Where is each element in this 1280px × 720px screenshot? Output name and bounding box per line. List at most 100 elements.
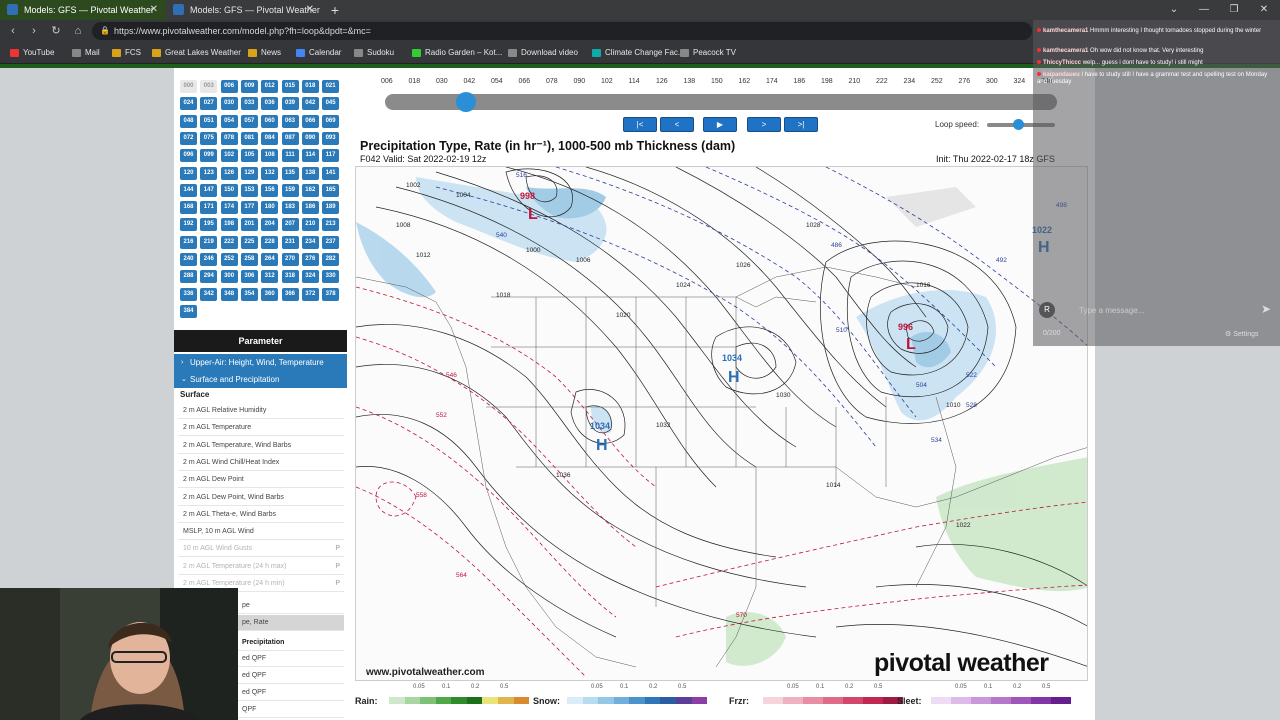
forecast-hour-button[interactable]: 216 (180, 235, 197, 249)
parameter-item[interactable]: 10 m AGL Wind Gusts P (178, 541, 344, 558)
forecast-hour-tick[interactable]: 174 (766, 78, 778, 85)
bookmark-item[interactable]: Radio Garden – Kot... (412, 46, 502, 60)
forecast-hour-button[interactable]: 180 (261, 201, 279, 215)
forecast-hour-button[interactable]: 006 (220, 80, 238, 93)
forecast-hour-button[interactable]: 159 (281, 183, 299, 197)
forecast-hour-button[interactable]: 360 (261, 287, 279, 301)
next-frame-button[interactable]: > (747, 117, 781, 132)
forecast-hour-slider[interactable] (385, 94, 1057, 110)
forecast-hour-tick[interactable]: 300 (986, 78, 998, 85)
close-tab-icon[interactable]: ✕ (306, 0, 314, 20)
bookmark-item[interactable]: Peacock TV (680, 46, 736, 60)
forecast-hour-button[interactable]: 378 (322, 287, 340, 301)
forecast-hour-button[interactable]: 021 (322, 80, 340, 93)
parameter-item[interactable]: 2 m AGL Theta-e, Wind Barbs (178, 507, 344, 523)
forecast-hour-button[interactable]: 111 (281, 149, 299, 163)
forecast-hour-button[interactable]: 120 (180, 166, 197, 180)
category-upper-air[interactable]: › Upper-Air: Height, Wind, Temperature (174, 354, 347, 371)
chat-username[interactable]: ThiccyThiccc (1043, 60, 1081, 66)
forecast-hour-tick[interactable]: 222 (876, 78, 888, 85)
bookmark-item[interactable]: Great Lakes Weather (152, 46, 241, 60)
forecast-hour-button[interactable]: 204 (261, 218, 279, 232)
forecast-hour-tick[interactable]: 234 (904, 78, 916, 85)
forecast-hour-button[interactable]: 306 (240, 270, 258, 284)
forecast-hour-button[interactable]: 237 (322, 235, 340, 249)
forecast-hour-button[interactable]: 069 (322, 114, 340, 128)
forecast-hour-button[interactable]: 348 (220, 287, 238, 301)
home-icon[interactable]: ⌂ (69, 22, 87, 40)
forecast-hour-tick[interactable]: 054 (491, 78, 503, 85)
forecast-hour-button[interactable]: 186 (301, 201, 319, 215)
forecast-hour-button[interactable]: 132 (261, 166, 279, 180)
forecast-hour-button[interactable]: 177 (240, 201, 258, 215)
bookmark-item[interactable]: Download video (508, 46, 578, 60)
forecast-hour-button[interactable]: 093 (322, 131, 340, 145)
forecast-hour-tick[interactable]: 210 (849, 78, 861, 85)
forecast-hour-button[interactable]: 282 (322, 253, 340, 266)
play-button[interactable]: ▶ (703, 117, 737, 132)
forecast-hour-button[interactable]: 225 (240, 235, 258, 249)
forecast-hour-button[interactable]: 318 (281, 270, 299, 284)
forecast-hour-button[interactable]: 324 (301, 270, 319, 284)
maximize-button[interactable]: ❐ (1220, 0, 1248, 20)
forecast-hour-button[interactable]: 156 (261, 183, 279, 197)
bookmark-item[interactable]: Sudoku (354, 46, 394, 60)
forecast-hour-button[interactable]: 150 (220, 183, 238, 197)
chat-input[interactable]: Type a message... (1079, 302, 1259, 320)
forecast-hour-button[interactable]: 078 (220, 131, 238, 145)
forecast-hour-button[interactable]: 294 (200, 270, 218, 284)
chat-settings-button[interactable]: ⚙ Settings (1225, 330, 1259, 338)
forecast-hour-button[interactable]: 135 (281, 166, 299, 180)
forecast-hour-button[interactable]: 162 (301, 183, 319, 197)
forecast-hour-button[interactable]: 276 (301, 253, 319, 266)
forecast-hour-button[interactable]: 036 (261, 97, 279, 111)
slider-thumb[interactable] (455, 92, 476, 112)
forecast-hour-button[interactable]: 090 (301, 131, 319, 145)
forecast-hour-button[interactable]: 042 (301, 97, 319, 111)
forecast-hour-button[interactable]: 153 (240, 183, 258, 197)
chevron-down-icon[interactable]: ⌄ (1160, 0, 1188, 20)
forecast-hour-tick[interactable]: 006 (381, 78, 393, 85)
forecast-hour-tick[interactable]: 138 (684, 78, 696, 85)
forecast-hour-button[interactable]: 129 (240, 166, 258, 180)
first-frame-button[interactable]: |< (623, 117, 657, 132)
bookmark-item[interactable]: FCS (112, 46, 141, 60)
forecast-hour-button[interactable]: 003 (200, 80, 218, 93)
forecast-hour-button[interactable]: 117 (322, 149, 340, 163)
forecast-hour-button[interactable]: 123 (200, 166, 218, 180)
forecast-hour-button[interactable]: 228 (261, 235, 279, 249)
forecast-hour-button[interactable]: 096 (180, 149, 197, 163)
forecast-hour-button[interactable]: 330 (322, 270, 340, 284)
forecast-hour-button[interactable]: 342 (200, 287, 218, 301)
forecast-hour-tick[interactable]: 102 (601, 78, 613, 85)
forecast-hour-button[interactable]: 300 (220, 270, 238, 284)
forward-icon[interactable]: › (25, 22, 43, 40)
forecast-hour-button[interactable]: 354 (240, 287, 258, 301)
forecast-hour-button[interactable]: 210 (301, 218, 319, 232)
forecast-hour-button[interactable]: 063 (281, 114, 299, 128)
last-frame-button[interactable]: >| (784, 117, 818, 132)
forecast-hour-button[interactable]: 213 (322, 218, 340, 232)
forecast-hour-button[interactable]: 000 (180, 80, 197, 93)
parameter-item[interactable]: 2 m AGL Temperature, Wind Barbs (178, 438, 344, 454)
minimize-button[interactable]: — (1190, 0, 1218, 20)
forecast-hour-button[interactable]: 051 (200, 114, 218, 128)
forecast-hour-button[interactable]: 270 (281, 253, 299, 266)
forecast-hour-button[interactable]: 012 (261, 80, 279, 93)
forecast-hour-button[interactable]: 015 (281, 80, 299, 93)
forecast-hour-tick[interactable]: 186 (794, 78, 806, 85)
bookmark-item[interactable]: Mail (72, 46, 100, 60)
forecast-hour-tick[interactable]: 324 (1014, 78, 1026, 85)
forecast-hour-button[interactable]: 264 (261, 253, 279, 266)
forecast-hour-button[interactable]: 060 (261, 114, 279, 128)
forecast-hour-button[interactable]: 336 (180, 287, 197, 301)
forecast-hour-button[interactable]: 171 (200, 201, 218, 215)
bookmark-item[interactable]: Climate Change Fac... (592, 46, 685, 60)
parameter-item[interactable]: 2 m AGL Dew Point (178, 472, 344, 489)
tab-inactive[interactable]: Models: GFS — Pivotal Weather ✕ (166, 0, 322, 20)
parameter-item[interactable]: 2 m AGL Relative Humidity (178, 403, 344, 419)
forecast-hour-button[interactable]: 084 (261, 131, 279, 145)
forecast-hour-tick[interactable]: 066 (519, 78, 531, 85)
forecast-hour-button[interactable]: 231 (281, 235, 299, 249)
forecast-hour-button[interactable]: 195 (200, 218, 218, 232)
